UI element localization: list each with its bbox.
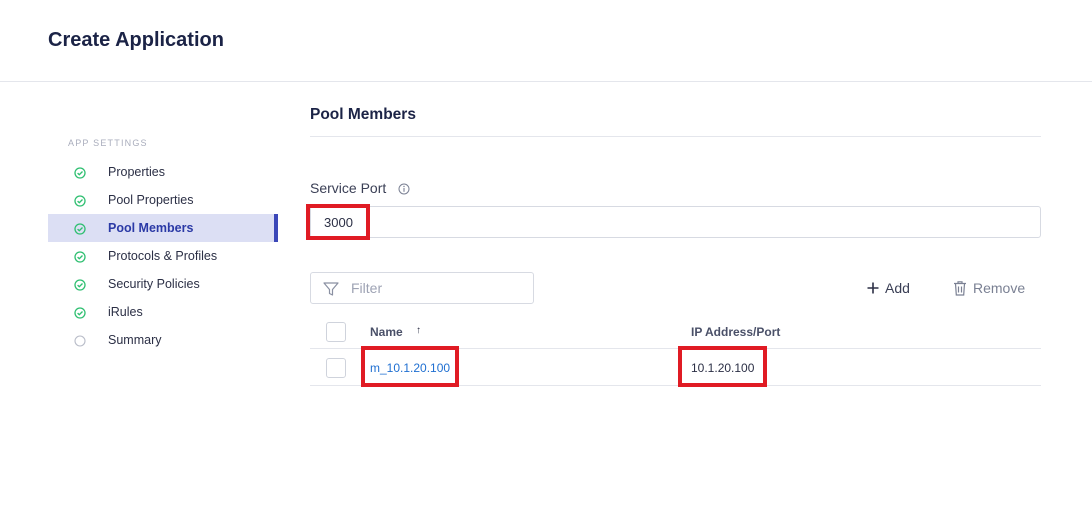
remove-button-label: Remove [973,280,1026,296]
section-divider [310,136,1041,137]
member-name-link[interactable]: m_10.1.20.100 [370,361,450,375]
check-circle-icon [74,279,86,291]
sidebar-item-label: Properties [108,165,165,179]
sidebar-item-properties[interactable]: Properties [48,158,278,186]
row-checkbox[interactable] [326,358,346,378]
sidebar-item-label: Summary [108,333,162,347]
table-header: Name ↑ IP Address/Port [310,314,1041,349]
check-circle-icon [74,167,86,179]
select-all-checkbox[interactable] [326,322,346,342]
check-circle-icon [74,195,86,207]
sidebar-item-security-policies[interactable]: Security Policies [48,270,278,298]
sidebar-item-label: Protocols & Profiles [108,249,218,263]
filter-field[interactable] [310,272,534,304]
member-ip-cell: 10.1.20.100 [691,361,755,375]
sidebar-item-irules[interactable]: iRules [48,298,278,326]
check-circle-icon [74,307,86,319]
info-icon[interactable] [398,183,410,195]
filter-icon [323,282,339,296]
column-header-ip: IP Address/Port [691,325,781,339]
check-circle-icon [74,223,86,235]
sidebar-section-label: APP SETTINGS [68,138,148,148]
table-row: m_10.1.20.100 10.1.20.100 [310,349,1041,386]
section-title: Pool Members [310,106,416,123]
sort-ascending-icon[interactable]: ↑ [416,325,421,336]
sidebar-item-summary[interactable]: Summary [48,326,278,354]
page-header: Create Application [0,0,1092,82]
sidebar-item-label: iRules [108,305,143,319]
empty-circle-icon [74,335,86,347]
add-button-label: Add [885,280,910,296]
filter-input[interactable] [351,274,529,302]
sidebar-item-protocols-profiles[interactable]: Protocols & Profiles [48,242,278,270]
page-title: Create Application [48,29,224,51]
plus-icon [867,282,879,294]
service-port-label: Service Port [310,180,387,196]
trash-icon [954,281,966,296]
check-circle-icon [74,251,86,263]
sidebar-item-label: Pool Members [108,221,194,235]
remove-button[interactable]: Remove [951,277,1025,299]
sidebar-item-pool-properties[interactable]: Pool Properties [48,186,278,214]
column-header-name[interactable]: Name [370,325,403,339]
sidebar-item-label: Pool Properties [108,193,194,207]
sidebar-item-pool-members[interactable]: Pool Members [48,214,278,242]
service-port-input[interactable] [310,206,1041,238]
sidebar-item-label: Security Policies [108,277,200,291]
add-button[interactable]: Add [866,277,910,299]
